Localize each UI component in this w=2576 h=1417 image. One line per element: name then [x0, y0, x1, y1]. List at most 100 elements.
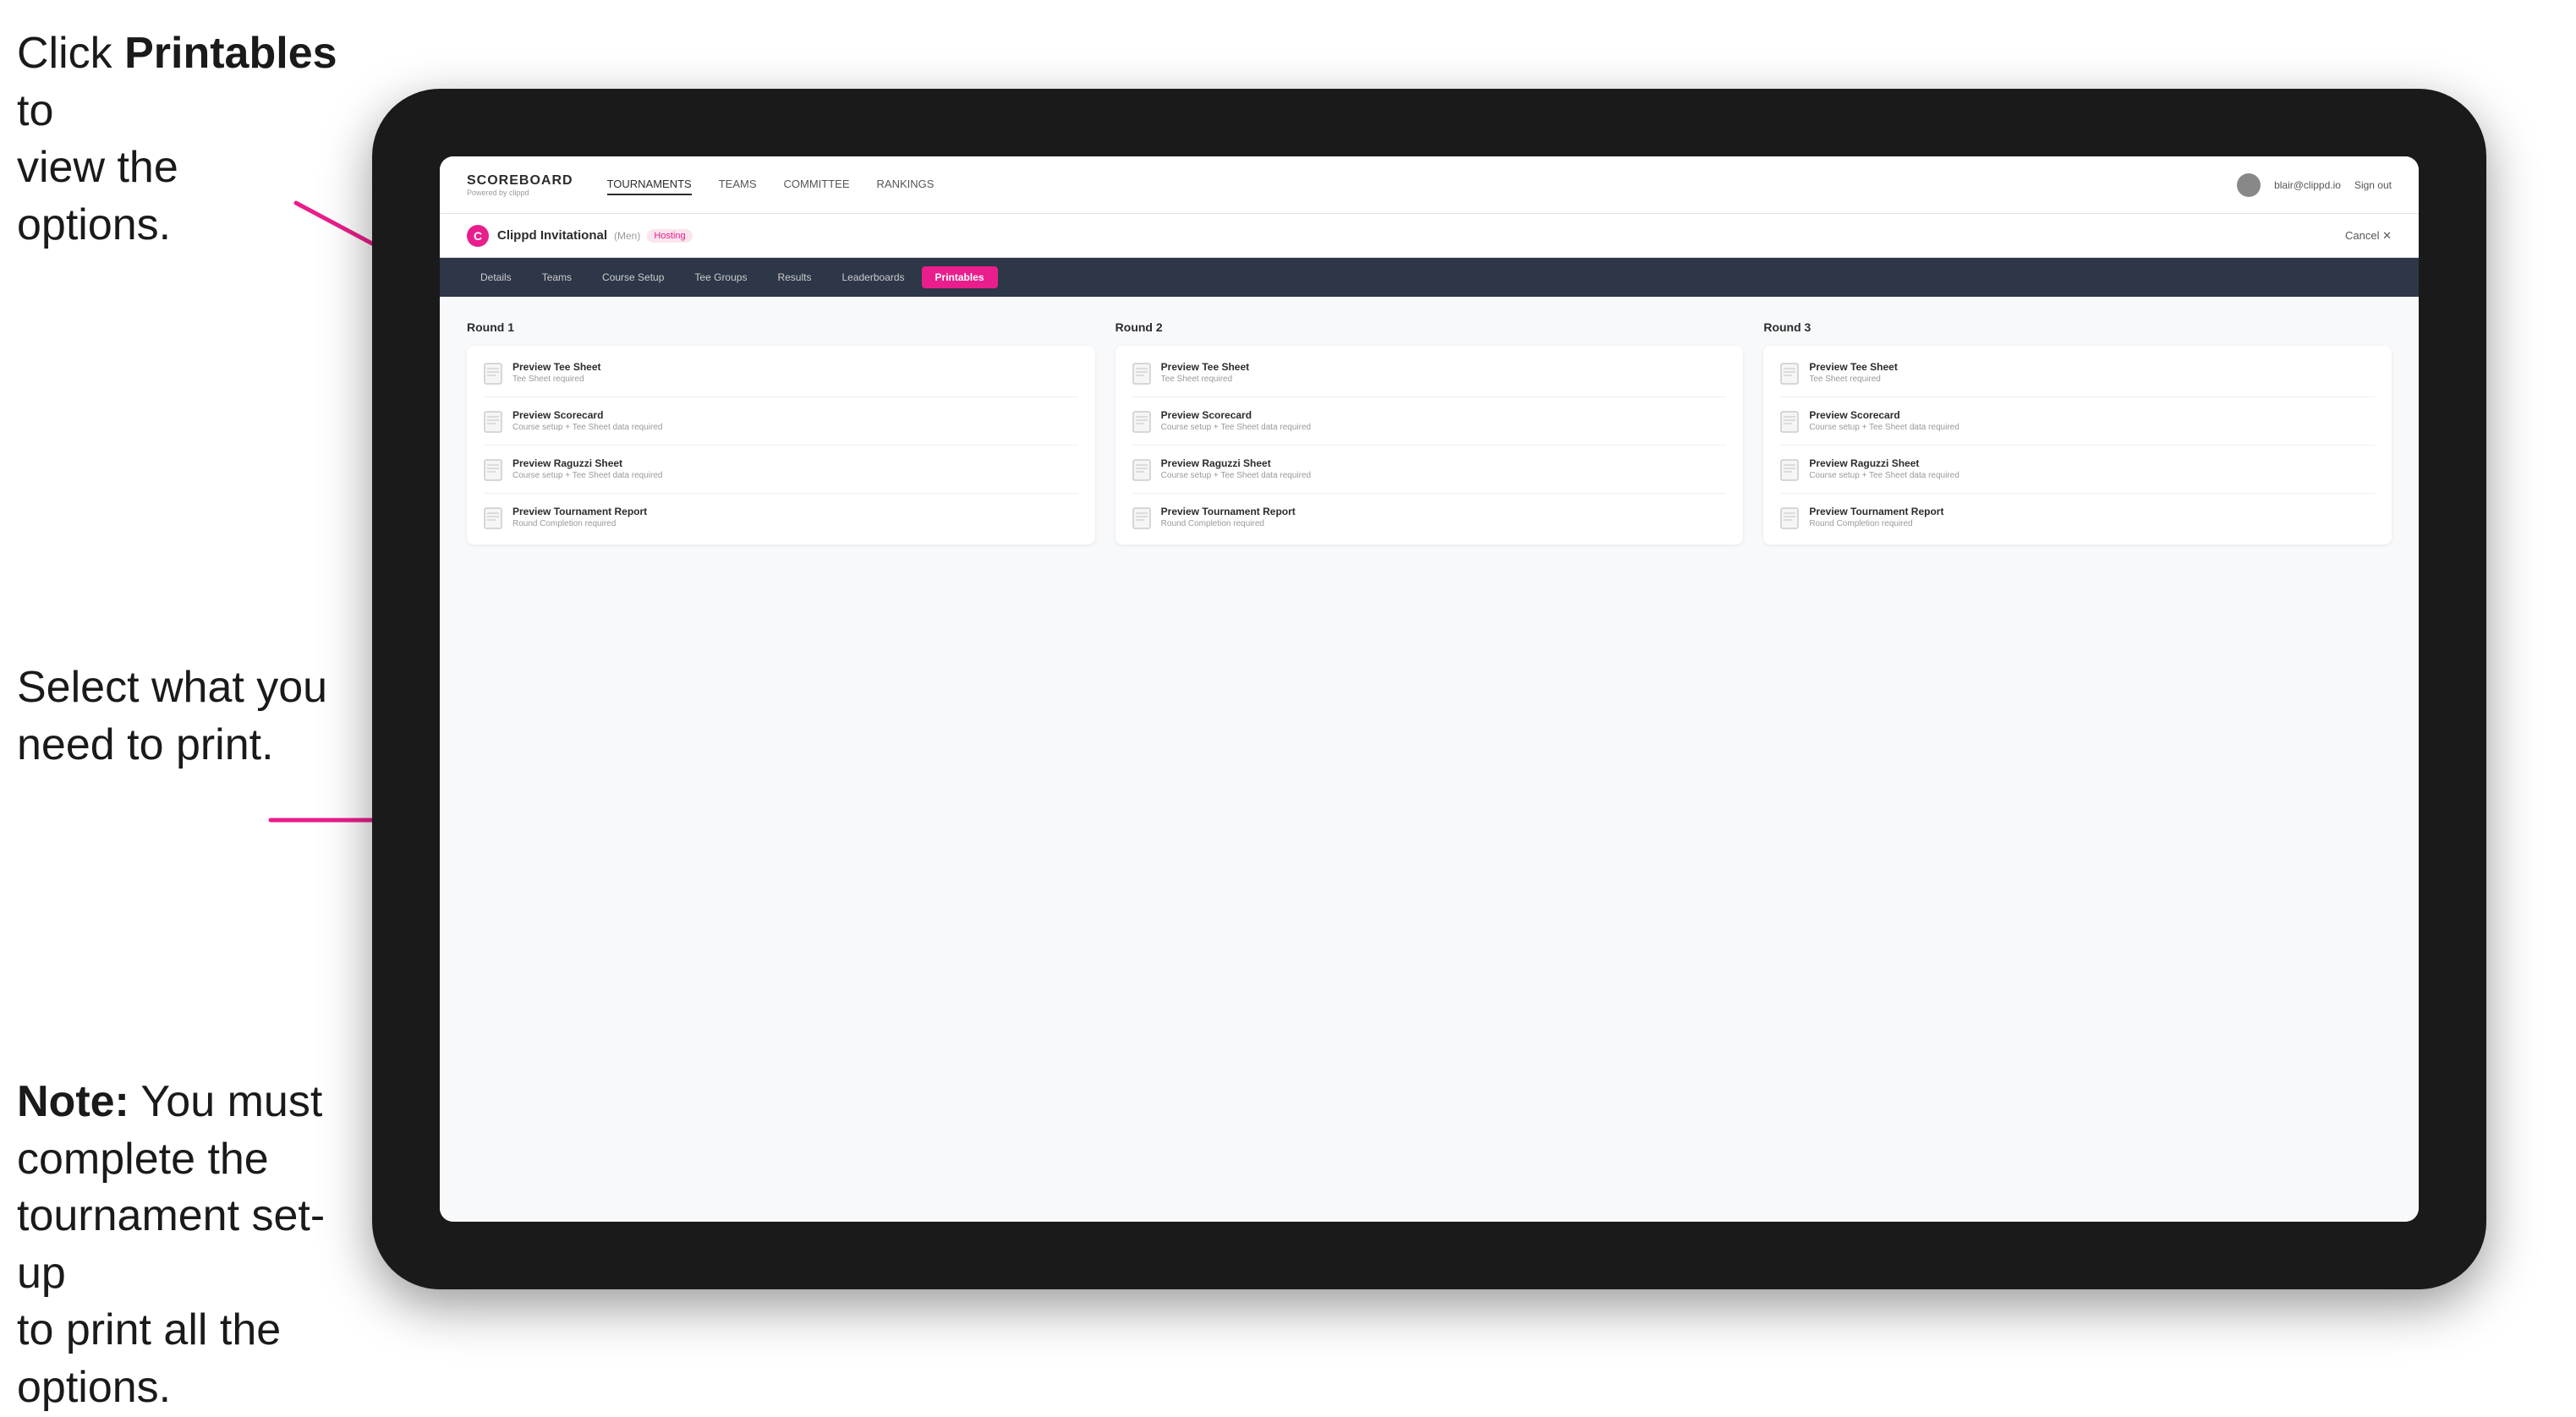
round-2-raguzzi[interactable]: Preview Raguzzi Sheet Course setup + Tee…	[1132, 457, 1727, 481]
round-1-raguzzi[interactable]: Preview Raguzzi Sheet Course setup + Tee…	[484, 457, 1078, 481]
round-2-tournament-report-label: Preview Tournament Report	[1161, 506, 1296, 517]
scorecard-icon-3	[1780, 411, 1799, 433]
round-3-tournament-report[interactable]: Preview Tournament Report Round Completi…	[1780, 506, 2375, 529]
round-2-raguzzi-label: Preview Raguzzi Sheet	[1161, 457, 1311, 469]
round-3-tournament-report-label: Preview Tournament Report	[1809, 506, 1943, 517]
nav-link-tournaments[interactable]: TOURNAMENTS	[607, 174, 692, 195]
round-1-raguzzi-label: Preview Raguzzi Sheet	[512, 457, 662, 469]
raguzzi-icon-3	[1780, 459, 1799, 481]
round-2-tee-sheet-label: Preview Tee Sheet	[1161, 361, 1250, 373]
tournament-logo-letter: C	[474, 229, 482, 243]
tournament-report-icon-2	[1132, 507, 1151, 529]
tee-sheet-icon	[484, 363, 502, 385]
round-3-tee-sheet[interactable]: Preview Tee Sheet Tee Sheet required	[1780, 361, 2375, 385]
round-2-column: Round 2 Preview Tee Sheet Tee Sheet requ…	[1115, 320, 1744, 1198]
round-3-raguzzi-sublabel: Course setup + Tee Sheet data required	[1809, 471, 1959, 480]
round-3-scorecard[interactable]: Preview Scorecard Course setup + Tee She…	[1780, 409, 2375, 433]
divider	[484, 445, 1078, 446]
scorecard-icon-2	[1132, 411, 1151, 433]
round-2-scorecard-label: Preview Scorecard	[1161, 409, 1311, 421]
tab-leaderboards[interactable]: Leaderboards	[828, 266, 918, 288]
round-1-scorecard-text: Preview Scorecard Course setup + Tee She…	[512, 409, 662, 432]
top-nav-right: blair@clippd.io Sign out	[2237, 173, 2392, 197]
sign-out-link[interactable]: Sign out	[2354, 179, 2392, 191]
round-1-tee-sheet-label: Preview Tee Sheet	[512, 361, 601, 373]
rounds-grid: Round 1	[467, 320, 2392, 1198]
logo-area: SCOREBOARD Powered by clippd	[467, 173, 573, 197]
round-1-raguzzi-sublabel: Course setup + Tee Sheet data required	[512, 471, 662, 480]
scorecard-icon	[484, 411, 502, 433]
round-2-tee-sheet-sublabel: Tee Sheet required	[1161, 375, 1250, 384]
round-1-column: Round 1	[467, 320, 1095, 1198]
round-1-tournament-report-sublabel: Round Completion required	[512, 519, 647, 528]
round-3-tournament-report-sublabel: Round Completion required	[1809, 519, 1943, 528]
top-nav-links: TOURNAMENTS TEAMS COMMITTEE RANKINGS	[607, 174, 2238, 195]
round-3-title: Round 3	[1763, 320, 2392, 334]
tournament-report-icon	[484, 507, 502, 529]
round-1-card: Preview Tee Sheet Tee Sheet required	[467, 346, 1095, 544]
tab-printables[interactable]: Printables	[922, 266, 998, 288]
round-1-tee-sheet[interactable]: Preview Tee Sheet Tee Sheet required	[484, 361, 1078, 385]
instruction-bottom: Note: You mustcomplete thetournament set…	[17, 1074, 338, 1417]
tablet-frame: SCOREBOARD Powered by clippd TOURNAMENTS…	[372, 89, 2486, 1289]
tournament-header: C Clippd Invitational (Men) Hosting Canc…	[440, 214, 2419, 258]
instruction-middle-text: Select what youneed to print.	[17, 663, 327, 769]
tournament-report-icon-3	[1780, 507, 1799, 529]
sub-tabs: Details Teams Course Setup Tee Groups Re…	[440, 258, 2419, 297]
round-3-scorecard-label: Preview Scorecard	[1809, 409, 1959, 421]
cancel-button[interactable]: Cancel ✕	[2345, 229, 2392, 243]
round-2-scorecard[interactable]: Preview Scorecard Course setup + Tee She…	[1132, 409, 1727, 433]
tournament-name: Clippd Invitational	[497, 228, 607, 243]
round-3-column: Round 3 Preview Tee Sheet Tee Sheet requ…	[1763, 320, 2392, 1198]
round-2-tournament-report[interactable]: Preview Tournament Report Round Completi…	[1132, 506, 1727, 529]
tournament-gender: (Men)	[614, 230, 640, 242]
round-2-raguzzi-sublabel: Course setup + Tee Sheet data required	[1161, 471, 1311, 480]
tab-tee-groups[interactable]: Tee Groups	[681, 266, 760, 288]
round-1-raguzzi-text: Preview Raguzzi Sheet Course setup + Tee…	[512, 457, 662, 480]
round-2-scorecard-sublabel: Course setup + Tee Sheet data required	[1161, 423, 1311, 432]
round-1-tee-sheet-sublabel: Tee Sheet required	[512, 375, 601, 384]
tablet-screen: SCOREBOARD Powered by clippd TOURNAMENTS…	[440, 156, 2419, 1222]
nav-link-teams[interactable]: TEAMS	[719, 174, 757, 195]
raguzzi-icon	[484, 459, 502, 481]
instruction-bottom-text: Note: You mustcomplete thetournament set…	[17, 1077, 325, 1412]
round-2-title: Round 2	[1115, 320, 1744, 334]
round-3-tee-sheet-label: Preview Tee Sheet	[1809, 361, 1898, 373]
nav-link-rankings[interactable]: RANKINGS	[877, 174, 934, 195]
divider	[484, 493, 1078, 494]
tournament-logo: C	[467, 225, 489, 247]
nav-link-committee[interactable]: COMMITTEE	[784, 174, 850, 195]
round-2-card: Preview Tee Sheet Tee Sheet required Pre…	[1115, 346, 1744, 544]
printables-bold: Printables	[124, 29, 337, 78]
tab-course-setup[interactable]: Course Setup	[589, 266, 677, 288]
round-3-tee-sheet-sublabel: Tee Sheet required	[1809, 375, 1898, 384]
logo-sub: Powered by clippd	[467, 189, 573, 197]
tee-sheet-icon-2	[1132, 363, 1151, 385]
tab-details[interactable]: Details	[467, 266, 525, 288]
round-2-tee-sheet[interactable]: Preview Tee Sheet Tee Sheet required	[1132, 361, 1727, 385]
top-nav: SCOREBOARD Powered by clippd TOURNAMENTS…	[440, 156, 2419, 214]
round-1-tee-sheet-text: Preview Tee Sheet Tee Sheet required	[512, 361, 601, 384]
round-2-tournament-report-sublabel: Round Completion required	[1161, 519, 1296, 528]
logo-scoreboard: SCOREBOARD	[467, 173, 573, 189]
user-email: blair@clippd.io	[2274, 179, 2341, 191]
round-1-scorecard-label: Preview Scorecard	[512, 409, 662, 421]
round-3-raguzzi-label: Preview Raguzzi Sheet	[1809, 457, 1959, 469]
round-3-raguzzi[interactable]: Preview Raguzzi Sheet Course setup + Tee…	[1780, 457, 2375, 481]
round-1-scorecard-sublabel: Course setup + Tee Sheet data required	[512, 423, 662, 432]
tab-teams[interactable]: Teams	[529, 266, 585, 288]
round-3-card: Preview Tee Sheet Tee Sheet required Pre…	[1763, 346, 2392, 544]
instruction-middle: Select what youneed to print.	[17, 659, 338, 774]
main-content: Round 1	[440, 297, 2419, 1222]
user-avatar	[2237, 173, 2261, 197]
round-3-scorecard-sublabel: Course setup + Tee Sheet data required	[1809, 423, 1959, 432]
round-1-tournament-report-label: Preview Tournament Report	[512, 506, 647, 517]
round-1-tournament-report[interactable]: Preview Tournament Report Round Completi…	[484, 506, 1078, 529]
tee-sheet-icon-3	[1780, 363, 1799, 385]
round-1-title: Round 1	[467, 320, 1095, 334]
tab-results[interactable]: Results	[764, 266, 825, 288]
round-1-tournament-report-text: Preview Tournament Report Round Completi…	[512, 506, 647, 528]
tournament-status: Hosting	[647, 229, 692, 243]
round-1-scorecard[interactable]: Preview Scorecard Course setup + Tee She…	[484, 409, 1078, 433]
raguzzi-icon-2	[1132, 459, 1151, 481]
